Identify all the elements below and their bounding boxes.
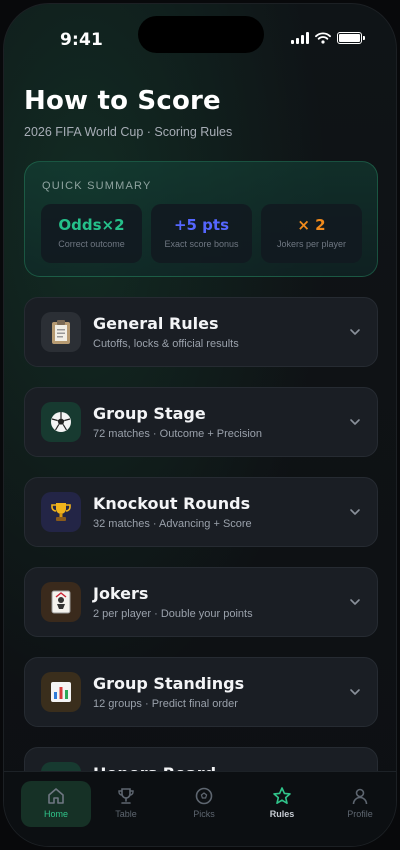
section-subtitle: 32 matches · Advancing + Score	[93, 518, 252, 530]
joker-card-icon	[41, 582, 81, 622]
chevron-down-icon	[350, 689, 360, 695]
section-title: Group Stage	[93, 404, 206, 423]
tab-label: Rules	[269, 809, 295, 819]
stat-value: × 2	[297, 216, 326, 234]
tab-table[interactable]: Table	[91, 781, 161, 827]
battery-icon	[337, 32, 365, 44]
chevron-down-icon	[350, 509, 360, 515]
section-title: Jokers	[93, 584, 149, 603]
tab-home[interactable]: Home	[21, 781, 91, 827]
section-subtitle: 72 matches · Outcome + Precision	[93, 428, 263, 440]
quick-summary-card: QUICK SUMMARY Odds×2 Correct outcome +5 …	[24, 161, 378, 277]
status-bar: 9:41	[4, 4, 396, 64]
tab-label: Picks	[193, 809, 215, 819]
section-group-standings[interactable]: Group Standings 12 groups · Predict fina…	[24, 657, 378, 727]
tab-label: Home	[43, 809, 68, 819]
section-jokers[interactable]: Jokers 2 per player · Double your points	[24, 567, 378, 637]
page-title: How to Score	[24, 86, 221, 116]
ball-icon	[195, 787, 213, 805]
bar-chart-icon	[41, 672, 81, 712]
stat-correct-outcome: Odds×2 Correct outcome	[41, 204, 142, 263]
tab-label: Profile	[347, 809, 373, 819]
soccer-ball-icon	[41, 402, 81, 442]
person-icon	[352, 788, 368, 805]
stat-label: Exact score bonus	[164, 239, 239, 249]
section-subtitle: Cutoffs, locks & official results	[93, 338, 239, 350]
section-title: Knockout Rounds	[93, 494, 251, 513]
quick-summary-label: QUICK SUMMARY	[42, 180, 152, 192]
section-knockout-rounds[interactable]: Knockout Rounds 32 matches · Advancing +…	[24, 477, 378, 547]
chevron-down-icon	[350, 419, 360, 425]
stat-label: Correct outcome	[58, 239, 125, 249]
signal-icon	[291, 32, 309, 44]
section-group-stage[interactable]: Group Stage 72 matches · Outcome + Preci…	[24, 387, 378, 457]
home-icon	[48, 788, 64, 804]
stat-exact-score-bonus: +5 pts Exact score bonus	[151, 204, 252, 263]
section-subtitle: 2 per player · Double your points	[93, 608, 253, 620]
tab-profile[interactable]: Profile	[325, 781, 395, 827]
page-subtitle: 2026 FIFA World Cup · Scoring Rules	[24, 125, 233, 139]
status-icons	[291, 32, 365, 44]
tab-rules[interactable]: Rules	[247, 781, 317, 827]
trophy-icon	[41, 492, 81, 532]
trophy-icon	[118, 788, 134, 804]
chevron-down-icon	[350, 329, 360, 335]
dynamic-island	[138, 16, 264, 53]
phone-screen: 9:41 How to Score 2026 FIFA World Cup · …	[3, 3, 397, 847]
stat-label: Jokers per player	[276, 239, 347, 249]
stat-jokers-per-player: × 2 Jokers per player	[261, 204, 362, 263]
status-time: 9:41	[60, 30, 104, 50]
section-title: General Rules	[93, 314, 219, 333]
star-icon	[273, 787, 291, 805]
section-general-rules[interactable]: General Rules Cutoffs, locks & official …	[24, 297, 378, 367]
chevron-down-icon	[350, 599, 360, 605]
stat-value: +5 pts	[173, 216, 230, 234]
section-title: Group Standings	[93, 674, 245, 693]
wifi-icon	[315, 32, 331, 44]
stat-value: Odds×2	[58, 216, 125, 234]
tab-label: Table	[115, 809, 137, 819]
tab-picks[interactable]: Picks	[169, 781, 239, 827]
tab-bar: Home Table Picks Rules Profile	[4, 771, 396, 846]
clipboard-icon	[41, 312, 81, 352]
section-subtitle: 12 groups · Predict final order	[93, 698, 238, 710]
